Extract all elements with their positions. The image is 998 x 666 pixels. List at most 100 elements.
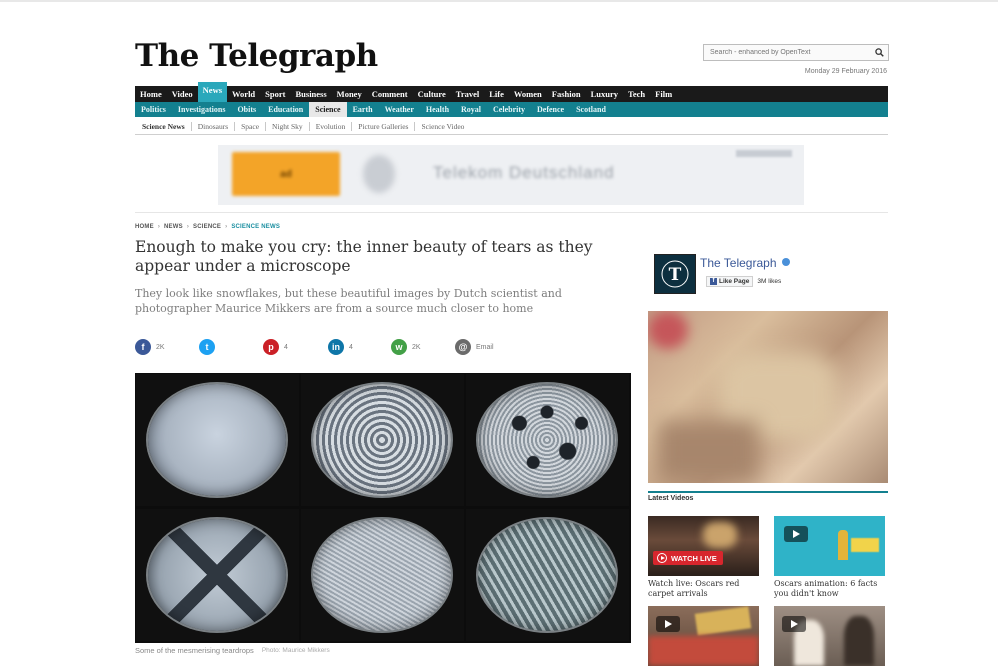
thumb-crowd: [648, 636, 759, 666]
breadcrumb-science-news[interactable]: SCIENCE NEWS: [231, 224, 280, 230]
video-thumbnail-people[interactable]: [774, 606, 885, 666]
nav-primary-life[interactable]: Life: [484, 86, 509, 102]
ad-banner[interactable]: ad Telekom Deutschland: [218, 145, 804, 205]
nav-secondary-weather[interactable]: Weather: [379, 102, 420, 117]
nav-secondary-health[interactable]: Health: [420, 102, 455, 117]
thumb-figure: [844, 616, 874, 666]
breadcrumb-home[interactable]: HOME: [135, 224, 154, 230]
breadcrumb-science[interactable]: SCIENCE: [193, 224, 221, 230]
breadcrumb-news[interactable]: NEWS: [164, 224, 183, 230]
date-label: Monday 29 February 2016: [804, 68, 887, 75]
sidebar-photo[interactable]: [648, 311, 888, 483]
nav-primary-news[interactable]: News: [197, 82, 228, 102]
share-count: 2K: [412, 343, 421, 351]
nav-tertiary-picture-galleries[interactable]: Picture Galleries: [352, 121, 416, 131]
nav-tertiary-space[interactable]: Space: [235, 121, 267, 131]
nav-primary-luxury[interactable]: Luxury: [586, 86, 623, 102]
nav-secondary-investigations[interactable]: Investigations: [172, 102, 232, 117]
video-caption[interactable]: Oscars animation: 6 facts you didn't kno…: [774, 579, 890, 598]
video-thumbnail-oscars-red-carpet[interactable]: WATCH LIVE: [648, 516, 759, 576]
email-icon: @: [455, 339, 471, 355]
article-headline: Enough to make you cry: the inner beauty…: [135, 238, 593, 275]
share-linkedin-button[interactable]: in 4: [328, 338, 353, 356]
share-pinterest-button[interactable]: p4: [263, 338, 288, 356]
watch-live-badge[interactable]: WATCH LIVE: [653, 551, 723, 565]
teardrop-photo: [301, 374, 464, 506]
search-input[interactable]: [704, 45, 870, 60]
nav-primary-women[interactable]: Women: [509, 86, 547, 102]
nav-tertiary-night-sky[interactable]: Night Sky: [266, 121, 310, 131]
facebook-icon: f: [135, 339, 151, 355]
nav-primary-money[interactable]: Money: [332, 86, 367, 102]
nav-secondary-earth[interactable]: Earth: [347, 102, 379, 117]
nav-primary-fashion[interactable]: Fashion: [547, 86, 586, 102]
ad-text: Telekom Deutschland: [433, 163, 615, 182]
share-email-button[interactable]: @ Email: [455, 338, 494, 356]
play-icon: [790, 620, 798, 628]
telegraph-t-icon: T: [661, 260, 689, 288]
search-box: [703, 44, 889, 61]
nav-tertiary-science-news[interactable]: Science News: [135, 121, 192, 131]
nav-secondary-celebrity[interactable]: Celebrity: [487, 102, 531, 117]
nav-secondary-royal[interactable]: Royal: [455, 102, 487, 117]
thumb-sign: [694, 606, 752, 636]
nav-tertiary-evolution[interactable]: Evolution: [310, 121, 353, 131]
facebook-like-row: f Like Page 3M likes: [706, 276, 781, 287]
telegraph-t-logo: T: [654, 254, 696, 294]
teardrop-photo: [466, 374, 629, 506]
nav-secondary-science[interactable]: Science: [309, 102, 347, 117]
video-thumbnail-protest[interactable]: [648, 606, 759, 666]
nav-primary-culture[interactable]: Culture: [413, 86, 451, 102]
breadcrumb-separator: ›: [225, 224, 228, 230]
search-button[interactable]: [870, 46, 888, 59]
nav-primary-comment[interactable]: Comment: [367, 86, 413, 102]
nav-primary-home[interactable]: Home: [135, 86, 167, 102]
nav-secondary-politics[interactable]: Politics: [135, 102, 172, 117]
play-button[interactable]: [782, 616, 806, 632]
teardrop-disc: [148, 384, 286, 496]
share-count: 4: [349, 343, 353, 351]
teardrop-photo: [136, 509, 299, 641]
nav-secondary-obits[interactable]: Obits: [231, 102, 262, 117]
share-count: 2K: [156, 343, 165, 351]
top-rule: [0, 0, 998, 2]
nav-primary-sport[interactable]: Sport: [260, 86, 290, 102]
nav-primary-film[interactable]: Film: [650, 86, 677, 102]
nav-primary-business[interactable]: Business: [290, 86, 331, 102]
nav-primary-tech[interactable]: Tech: [623, 86, 650, 102]
primary-nav: Home Video News World Sport Business Money Comm…: [135, 82, 888, 102]
telegraph-logo[interactable]: The Telegraph: [135, 38, 378, 74]
like-page-button[interactable]: f Like Page: [706, 276, 754, 287]
share-whatsapp-button[interactable]: w 2K: [391, 338, 421, 356]
teardrop-disc: [313, 384, 451, 496]
teardrop-disc: [148, 519, 286, 631]
header-divider: [135, 212, 888, 213]
nav-secondary-scotland[interactable]: Scotland: [570, 102, 612, 117]
nav-tertiary-science-video[interactable]: Science Video: [415, 122, 470, 131]
linkedin-icon: in: [328, 339, 344, 355]
nav-primary-video[interactable]: Video: [167, 86, 198, 102]
tertiary-nav: Science News Dinosaurs Space Night Sky Evolu…: [135, 118, 888, 135]
share-twitter-button[interactable]: t: [199, 338, 220, 356]
facebook-page-widget[interactable]: T The Telegraph f Like Page 3M likes: [648, 247, 888, 297]
hero-image[interactable]: [135, 373, 631, 643]
share-bar: f 2K t p 4 in 4 w 2K @ Email: [135, 338, 625, 356]
video-thumbnail-oscars-animation[interactable]: [774, 516, 885, 576]
sidebar-photo-blur: [658, 421, 758, 481]
share-count: 4: [284, 343, 288, 351]
breadcrumb-separator: ›: [186, 224, 190, 230]
nav-tertiary-dinosaurs[interactable]: Dinosaurs: [192, 121, 236, 131]
teardrop-disc: [478, 384, 616, 496]
play-button[interactable]: [656, 616, 680, 632]
video-caption[interactable]: Watch live: Oscars red carpet arrivals: [648, 579, 764, 598]
play-button[interactable]: [784, 526, 808, 542]
share-facebook-button[interactable]: f 2K: [135, 338, 165, 356]
nav-secondary-education[interactable]: Education: [262, 102, 309, 117]
nav-secondary-defence[interactable]: Defence: [531, 102, 570, 117]
verified-icon: [781, 258, 790, 266]
nav-primary-travel[interactable]: Travel: [451, 86, 484, 102]
play-circle-icon: [657, 553, 667, 563]
facebook-page-title[interactable]: The Telegraph: [700, 256, 790, 270]
breadcrumb-separator: ›: [157, 224, 161, 230]
nav-primary-world[interactable]: World: [227, 86, 260, 102]
